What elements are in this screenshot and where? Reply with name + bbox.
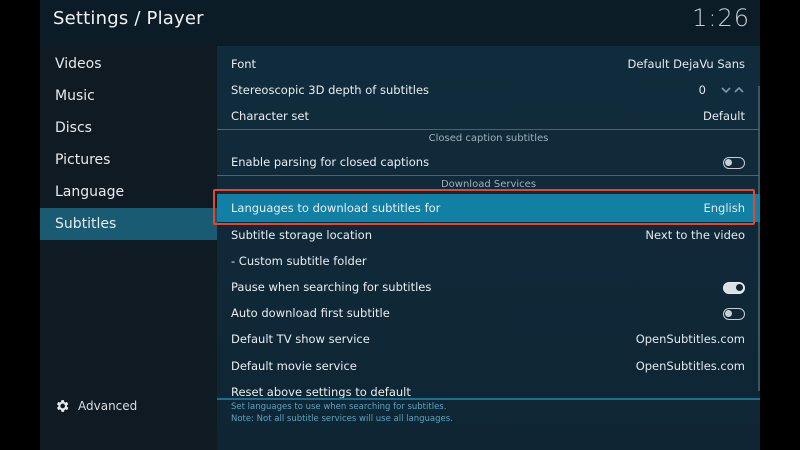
setting-movie-service[interactable]: Default movie service OpenSubtitles.com (217, 359, 760, 377)
divider (217, 175, 760, 176)
advanced-toggle[interactable]: Advanced (54, 398, 137, 414)
sidebar-item-discs[interactable]: Discs (40, 112, 217, 144)
help-text: Set languages to use when searching for … (231, 401, 453, 425)
settings-list: Font Default DejaVu Sans Stereoscopic 3D… (217, 46, 760, 450)
setting-label: Pause when searching for subtitles (231, 280, 432, 294)
kodi-settings-window: Settings / Player 1:26 Videos Music Disc… (40, 0, 760, 450)
setting-tv-service[interactable]: Default TV show service OpenSubtitles.co… (217, 332, 760, 350)
sidebar-item-language[interactable]: Language (40, 176, 217, 208)
sidebar-item-videos[interactable]: Videos (40, 48, 217, 80)
toggle-switch[interactable] (723, 282, 745, 294)
sidebar-item-subtitles[interactable]: Subtitles (40, 208, 217, 240)
gear-icon (56, 400, 69, 412)
chevron-up-down-icon[interactable] (720, 85, 746, 95)
setting-font[interactable]: Font Default DejaVu Sans (217, 57, 760, 75)
sidebar: Videos Music Discs Pictures Language Sub… (40, 46, 217, 450)
setting-label: Font (231, 57, 257, 71)
setting-storage-location[interactable]: Subtitle storage location Next to the vi… (217, 228, 760, 246)
toggle-switch[interactable] (723, 157, 745, 169)
setting-value: OpenSubtitles.com (635, 359, 745, 373)
clock: 1:26 (692, 4, 750, 32)
help-line: Set languages to use when searching for … (231, 402, 447, 412)
setting-label: Auto download first subtitle (231, 306, 390, 320)
setting-label: Subtitle storage location (231, 228, 372, 242)
sidebar-item-music[interactable]: Music (40, 80, 217, 112)
setting-value: Default (702, 109, 745, 123)
setting-value: Next to the video (645, 228, 745, 242)
setting-label: Character set (231, 109, 310, 123)
setting-pause-when-searching[interactable]: Pause when searching for subtitles (217, 280, 760, 298)
selection-outline (213, 189, 755, 225)
setting-value: OpenSubtitles.com (635, 332, 745, 346)
setting-reset-defaults[interactable]: Reset above settings to default (217, 385, 760, 399)
help-line: Note: Not all subtitle services will use… (231, 414, 453, 424)
advanced-label: Advanced (78, 399, 138, 413)
setting-label: - Custom subtitle folder (231, 254, 367, 268)
section-header-closed-captions: Closed caption subtitles (428, 133, 549, 144)
divider (217, 398, 760, 400)
setting-auto-download[interactable]: Auto download first subtitle (217, 306, 760, 324)
setting-label: Enable parsing for closed captions (231, 155, 430, 169)
page-title: Settings / Player (53, 8, 204, 29)
header-bar: Settings / Player 1:26 (40, 0, 760, 46)
toggle-switch[interactable] (723, 308, 745, 320)
setting-value: 0 (698, 83, 706, 97)
setting-stereo-depth[interactable]: Stereoscopic 3D depth of subtitles 0 (217, 83, 760, 101)
divider (217, 129, 760, 130)
setting-label: Reset above settings to default (231, 385, 411, 399)
setting-label: Default movie service (231, 359, 357, 373)
sidebar-item-pictures[interactable]: Pictures (40, 144, 217, 176)
setting-character-set[interactable]: Character set Default (217, 109, 760, 127)
setting-label: Stereoscopic 3D depth of subtitles (231, 83, 430, 97)
setting-label: Default TV show service (231, 332, 370, 346)
setting-enable-cc-parsing[interactable]: Enable parsing for closed captions (217, 155, 760, 173)
setting-custom-folder[interactable]: - Custom subtitle folder (217, 254, 760, 272)
setting-value: Default DejaVu Sans (627, 57, 745, 71)
